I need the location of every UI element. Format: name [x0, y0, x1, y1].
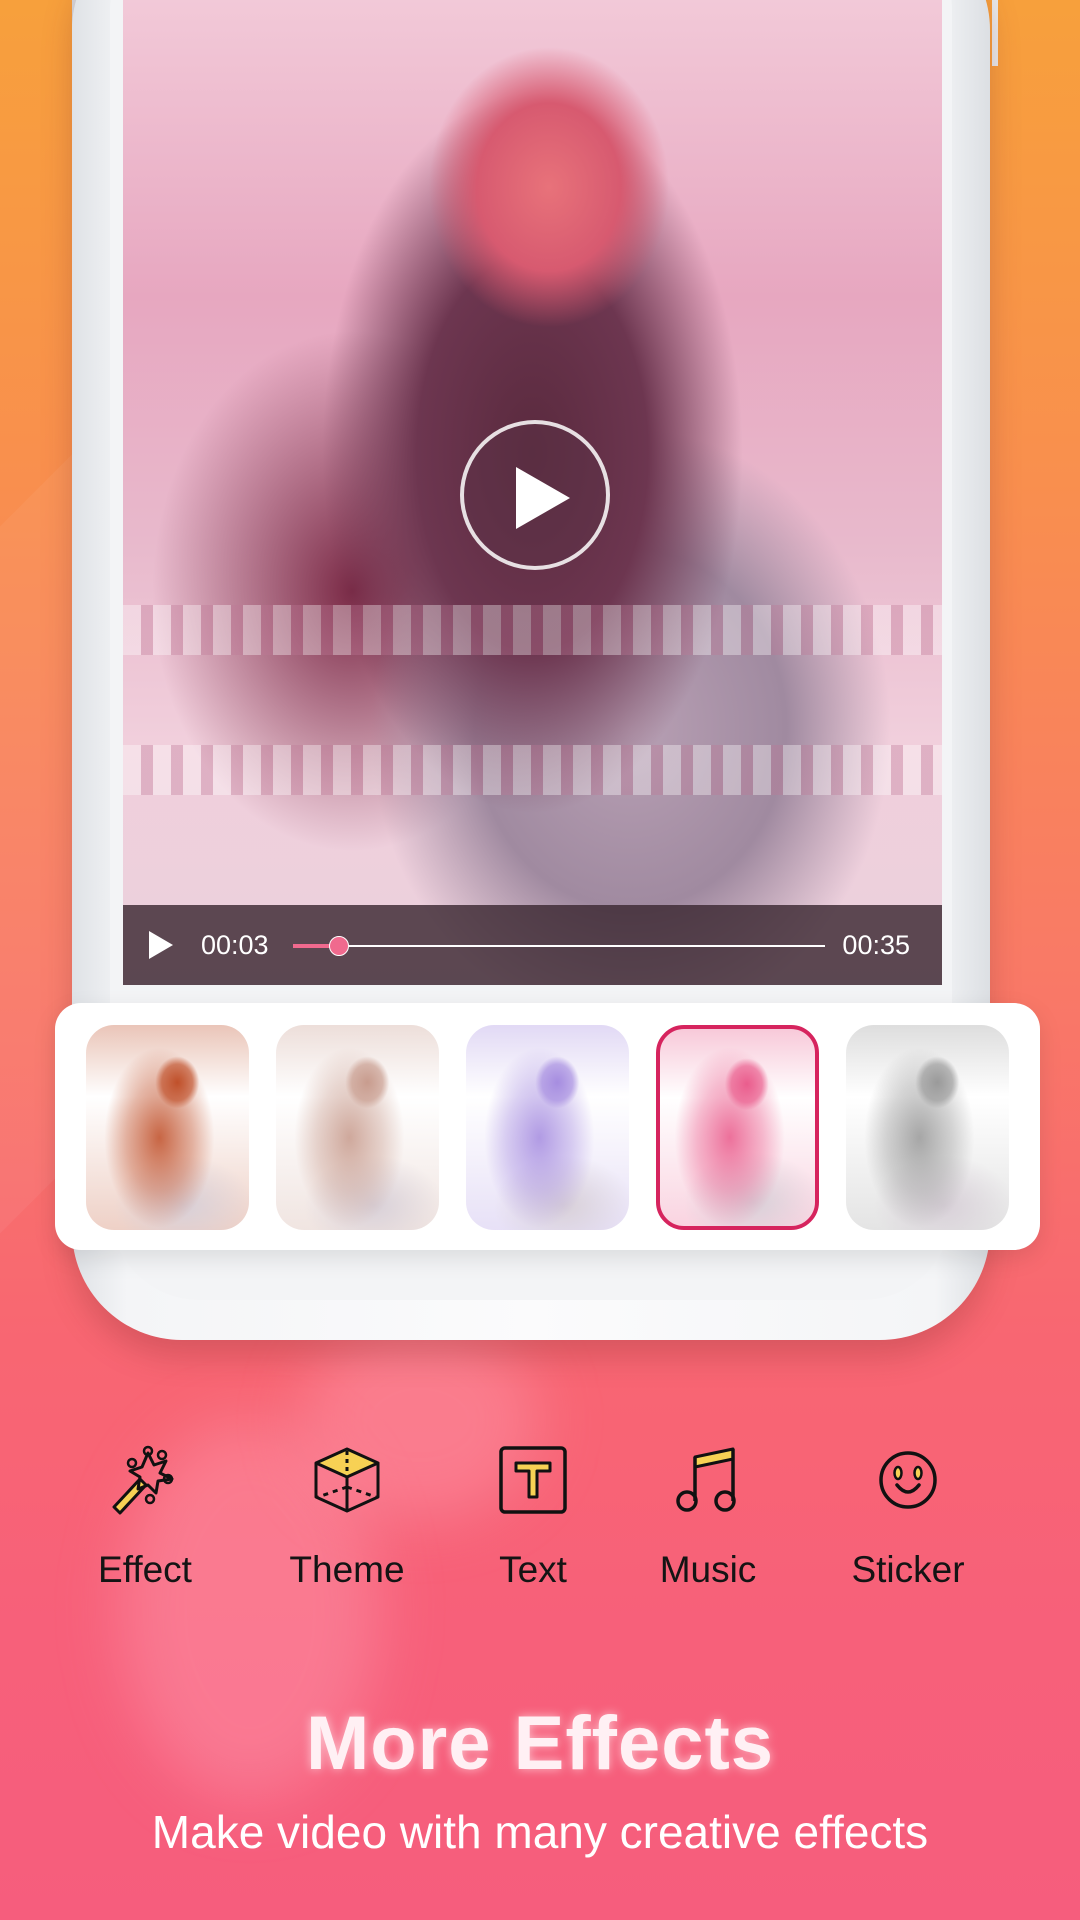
filter-preview-image: [846, 1025, 1009, 1230]
filter-thumbnail-vivid-warm[interactable]: [86, 1025, 249, 1230]
current-time: 00:03: [201, 930, 269, 960]
magic-wand-icon: [55, 1445, 235, 1515]
tool-label: Theme: [289, 1549, 405, 1590]
seek-bar-handle[interactable]: [328, 936, 349, 956]
tool-label: Music: [659, 1549, 757, 1590]
tool-label: Sticker: [851, 1549, 965, 1590]
background-railing: [123, 605, 942, 655]
tool-theme-button[interactable]: Theme: [257, 1445, 437, 1591]
filter-preview-image: [466, 1025, 629, 1230]
tool-music-button[interactable]: Music: [618, 1445, 798, 1591]
filter-thumbnail-sepia-sketch[interactable]: [276, 1025, 439, 1230]
player-controls: 00:03 00:35: [123, 905, 942, 985]
filter-thumbnail-pink-sketch[interactable]: [656, 1025, 819, 1230]
tool-label: Effect: [98, 1549, 192, 1590]
filter-preview-image: [86, 1025, 249, 1230]
music-note-icon: [618, 1445, 798, 1515]
tool-text-button[interactable]: Text: [443, 1445, 623, 1591]
cube-icon: [257, 1445, 437, 1515]
text-box-icon: [443, 1445, 623, 1515]
filter-thumbnail-mono-sketch[interactable]: [846, 1025, 1009, 1230]
seek-bar[interactable]: [293, 936, 825, 956]
play-button[interactable]: [460, 420, 610, 570]
play-icon[interactable]: [149, 931, 173, 959]
tool-label: Text: [499, 1549, 567, 1590]
promo-subtitle: Make video with many creative effects: [151, 1806, 929, 1858]
phone-side-button: [992, 0, 998, 66]
promo-title: More Effects: [305, 1701, 775, 1786]
background-railing: [123, 745, 942, 795]
filter-thumbnail-violet[interactable]: [466, 1025, 629, 1230]
smiley-icon: [818, 1445, 998, 1515]
video-preview[interactable]: 00:03 00:35: [123, 0, 942, 985]
play-icon: [516, 467, 570, 529]
total-time: 00:35: [842, 930, 910, 960]
tool-sticker-button[interactable]: Sticker: [818, 1445, 998, 1591]
filter-preview-image: [276, 1025, 439, 1230]
filter-strip: [55, 1003, 1040, 1250]
filter-preview-image: [660, 1029, 815, 1226]
tool-effect-button[interactable]: Effect: [55, 1445, 235, 1591]
